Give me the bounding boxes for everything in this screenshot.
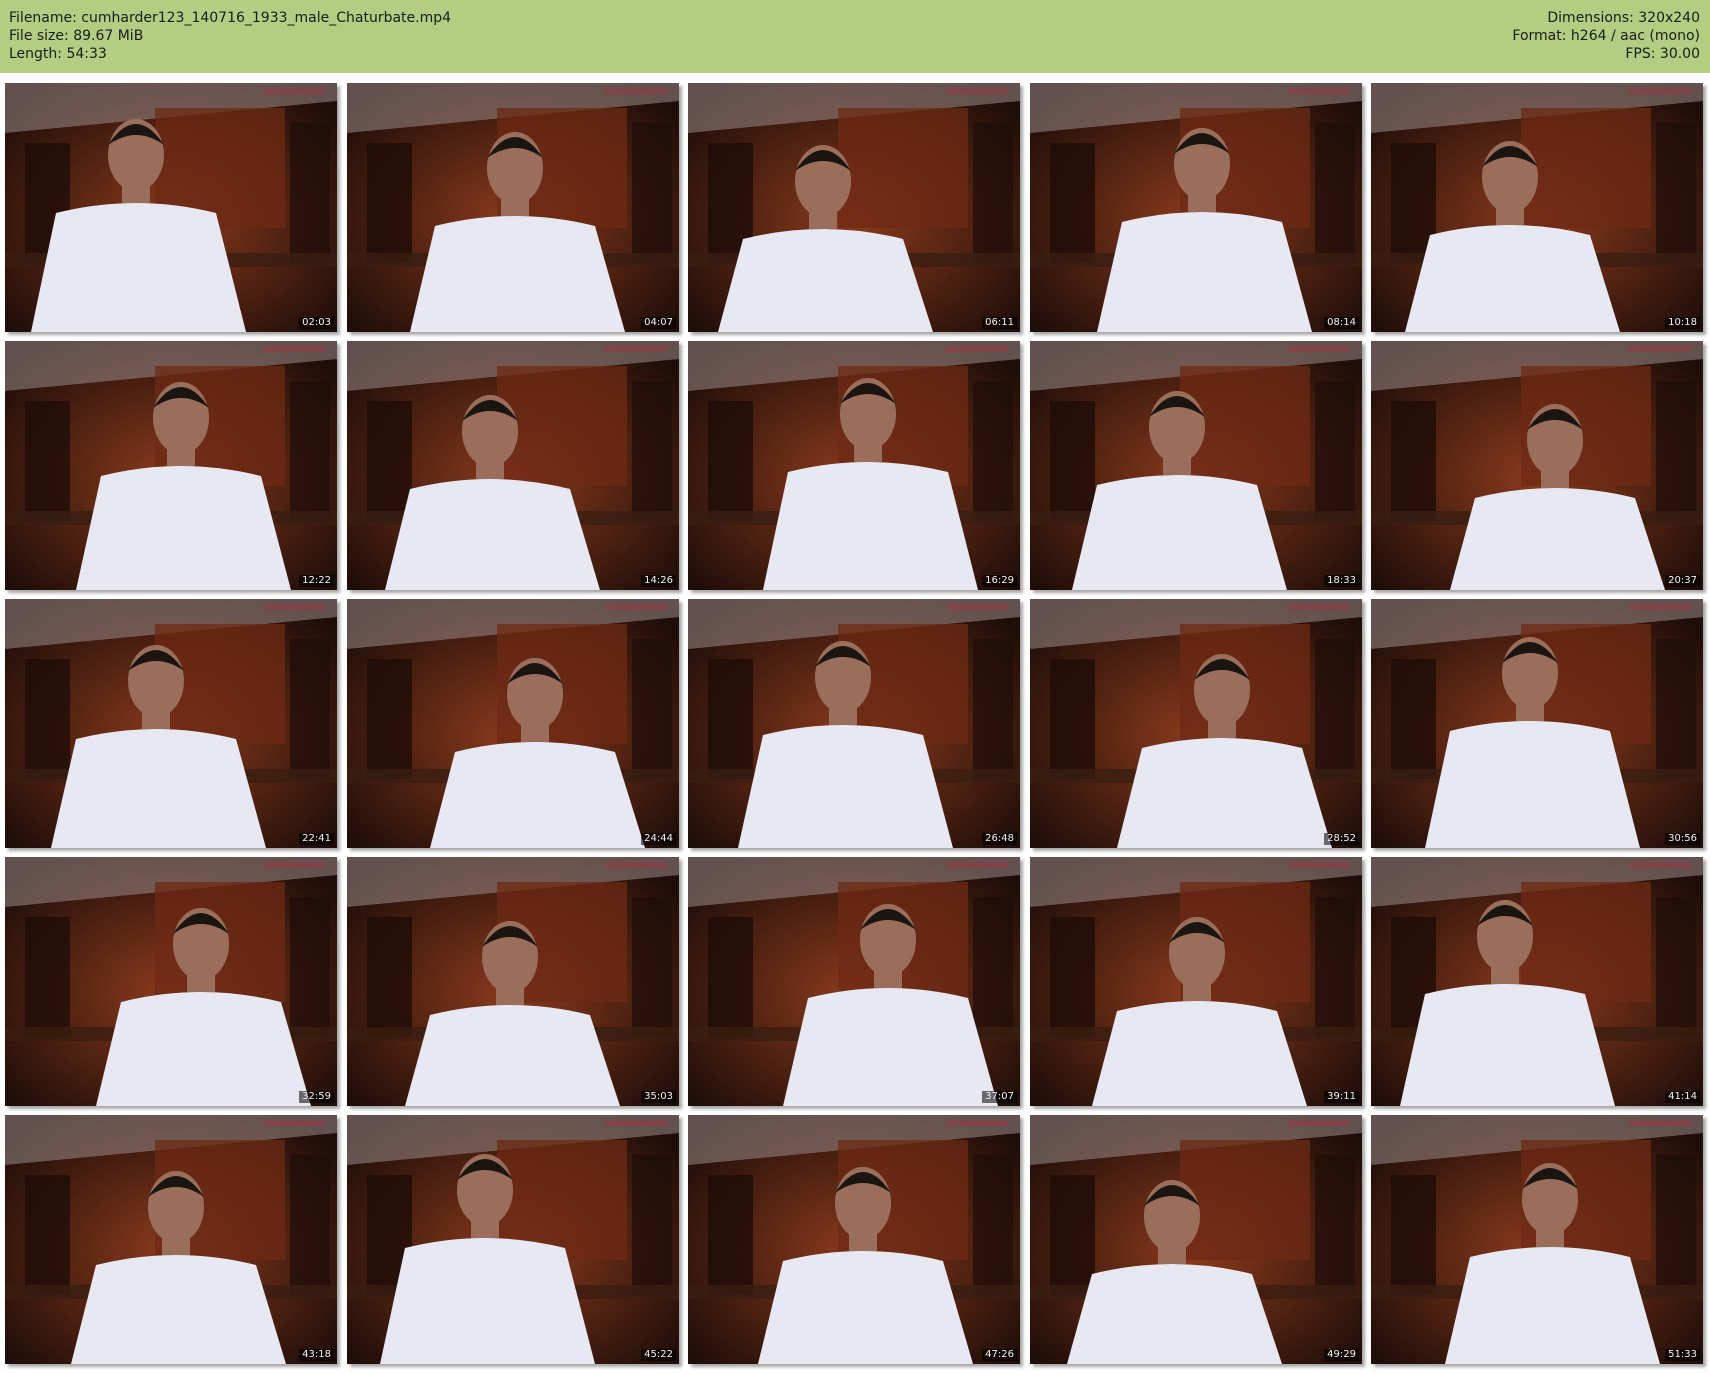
- frame-image: [5, 341, 337, 590]
- frame-image: [347, 83, 679, 332]
- thumbnail-timestamp: 32:59: [299, 1091, 334, 1103]
- video-thumbnail: 04:07: [347, 83, 679, 332]
- video-thumbnail: 32:59: [5, 857, 337, 1106]
- thumbnail-timestamp: 26:48: [982, 833, 1017, 845]
- thumbnail-timestamp: 45:22: [641, 1349, 676, 1361]
- format-text: Format: h264 / aac (mono): [1512, 28, 1700, 44]
- video-thumbnail: 43:18: [5, 1115, 337, 1364]
- file-info-left: Filename: cumharder123_140716_1933_male_…: [9, 9, 451, 63]
- video-thumbnail: 08:14: [1030, 83, 1362, 332]
- thumbnail-timestamp: 47:26: [982, 1349, 1017, 1361]
- frame-image: [1030, 83, 1362, 332]
- thumbnail-timestamp: 22:41: [299, 833, 334, 845]
- frame-image: [5, 83, 337, 332]
- video-thumbnail: 20:37: [1371, 341, 1703, 590]
- thumbnail-timestamp: 51:33: [1665, 1349, 1700, 1361]
- video-thumbnail: 39:11: [1030, 857, 1362, 1106]
- video-thumbnail: 06:11: [688, 83, 1020, 332]
- thumbnail-timestamp: 10:18: [1665, 317, 1700, 329]
- video-thumbnail: 30:56: [1371, 599, 1703, 848]
- thumbnail-timestamp: 14:26: [641, 575, 676, 587]
- frame-image: [347, 341, 679, 590]
- frame-image: [5, 857, 337, 1106]
- filesize-text: File size: 89.67 MiB: [9, 28, 144, 44]
- video-thumbnail: 49:29: [1030, 1115, 1362, 1364]
- thumbnail-timestamp: 02:03: [299, 317, 334, 329]
- thumbnail-timestamp: 20:37: [1665, 575, 1700, 587]
- thumbnail-timestamp: 43:18: [299, 1349, 334, 1361]
- frame-image: [5, 599, 337, 848]
- frame-image: [688, 341, 1020, 590]
- thumbnail-timestamp: 08:14: [1324, 317, 1359, 329]
- frame-image: [1371, 1115, 1703, 1364]
- video-thumbnail: 26:48: [688, 599, 1020, 848]
- video-thumbnail: 02:03: [5, 83, 337, 332]
- video-thumbnail: 14:26: [347, 341, 679, 590]
- frame-image: [1030, 857, 1362, 1106]
- frame-image: [688, 857, 1020, 1106]
- frame-image: [1371, 341, 1703, 590]
- thumbnail-timestamp: 28:52: [1324, 833, 1359, 845]
- video-thumbnail: 51:33: [1371, 1115, 1703, 1364]
- frame-image: [347, 599, 679, 848]
- video-thumbnail: 10:18: [1371, 83, 1703, 332]
- thumbnail-timestamp: 37:07: [982, 1091, 1017, 1103]
- video-thumbnail: 28:52: [1030, 599, 1362, 848]
- thumbnail-timestamp: 41:14: [1665, 1091, 1700, 1103]
- thumbnail-timestamp: 06:11: [982, 317, 1017, 329]
- thumbnail-timestamp: 30:56: [1665, 833, 1700, 845]
- thumbnail-timestamp: 39:11: [1324, 1091, 1359, 1103]
- thumbnail-timestamp: 12:22: [299, 575, 334, 587]
- frame-image: [688, 83, 1020, 332]
- video-thumbnail: 37:07: [688, 857, 1020, 1106]
- video-thumbnail: 35:03: [347, 857, 679, 1106]
- frame-image: [688, 1115, 1020, 1364]
- thumbnail-timestamp: 18:33: [1324, 575, 1359, 587]
- video-thumbnail: 16:29: [688, 341, 1020, 590]
- thumbnail-timestamp: 49:29: [1324, 1349, 1359, 1361]
- frame-image: [688, 599, 1020, 848]
- video-thumbnail: 12:22: [5, 341, 337, 590]
- length-text: Length: 54:33: [9, 46, 107, 62]
- file-info-right: Dimensions: 320x240 Format: h264 / aac (…: [1512, 9, 1700, 63]
- frame-image: [1030, 1115, 1362, 1364]
- video-thumbnail: 22:41: [5, 599, 337, 848]
- frame-image: [347, 857, 679, 1106]
- video-thumbnail: 18:33: [1030, 341, 1362, 590]
- frame-image: [1371, 857, 1703, 1106]
- thumbnail-grid: 02:03 04:07 06:11 08:14 10:18 12:22 14:26 16:29…: [0, 73, 1710, 1373]
- frame-image: [1371, 83, 1703, 332]
- video-thumbnail: 45:22: [347, 1115, 679, 1364]
- video-thumbnail: 41:14: [1371, 857, 1703, 1106]
- thumbnail-timestamp: 24:44: [641, 833, 676, 845]
- thumbnail-timestamp: 35:03: [641, 1091, 676, 1103]
- frame-image: [1030, 341, 1362, 590]
- frame-image: [1030, 599, 1362, 848]
- thumbnail-timestamp: 16:29: [982, 575, 1017, 587]
- frame-image: [347, 1115, 679, 1364]
- dimensions-text: Dimensions: 320x240: [1547, 10, 1700, 26]
- video-thumbnail: 24:44: [347, 599, 679, 848]
- info-header: Filename: cumharder123_140716_1933_male_…: [0, 0, 1710, 73]
- thumbnail-timestamp: 04:07: [641, 317, 676, 329]
- filename-text: Filename: cumharder123_140716_1933_male_…: [9, 10, 452, 26]
- frame-image: [1371, 599, 1703, 848]
- fps-text: FPS: 30.00: [1625, 46, 1700, 62]
- frame-image: [5, 1115, 337, 1364]
- video-thumbnail: 47:26: [688, 1115, 1020, 1364]
